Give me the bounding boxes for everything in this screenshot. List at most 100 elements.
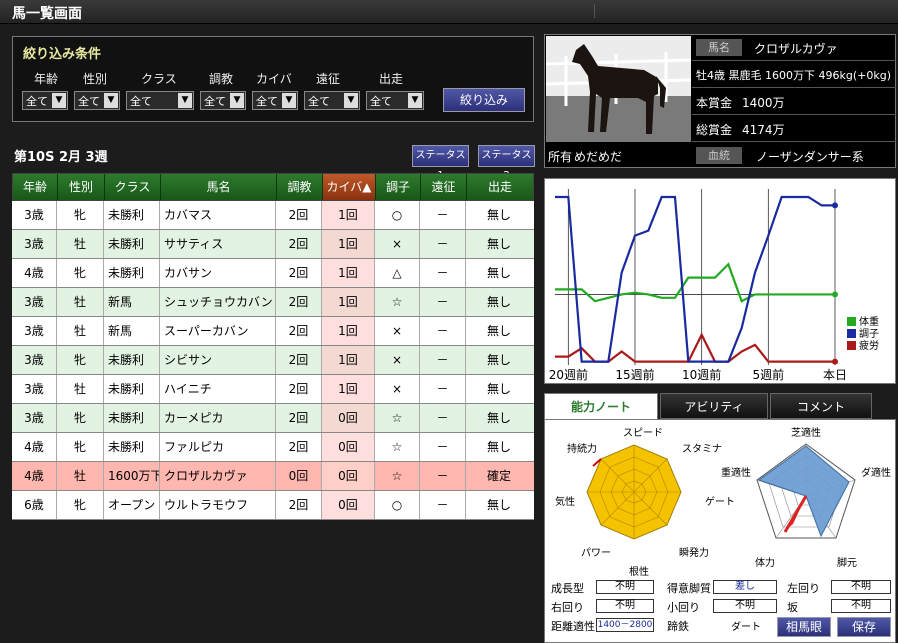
x-tick-label: 10週前: [682, 367, 721, 382]
cell-away: －: [420, 462, 466, 490]
cell-start: 無し: [486, 440, 511, 454]
cell-condition: ×: [375, 230, 420, 258]
cell-sex: 牡: [57, 317, 104, 345]
column-header-class[interactable]: クラス: [105, 174, 161, 200]
apply-filter-button[interactable]: 絞り込み: [443, 88, 525, 112]
horse-photo: [546, 36, 691, 142]
prize-value: 1400万: [742, 96, 785, 110]
cell-start: 無し: [486, 411, 511, 425]
table-row[interactable]: 3歳牝未勝利 カーメピカ 2回 0回 ☆ － 無し: [12, 404, 534, 433]
info-tabs: 能力ノート アビリティ コメント: [544, 393, 896, 419]
cell-condition: ☆: [375, 433, 420, 461]
filter-select-start-value: 全て: [370, 95, 392, 108]
distance-value: 1400－2800: [596, 618, 654, 632]
cell-training: 2回: [276, 317, 322, 345]
table-row[interactable]: 4歳牡 1600万下 クロザルカヴァ 0回 0回 ☆ －確定: [12, 462, 534, 491]
cell-start: 無し: [486, 295, 511, 309]
cell-start: 無し: [486, 498, 511, 512]
filter-panel: 絞り込み条件 年齢 性別 クラス 調教 カイバ 遠征 出走 全て ▼ 全て ▼ 全て…: [12, 36, 534, 122]
table-row[interactable]: 3歳牡新馬 シュッチョウカバン 2回 1回 ☆ － 無し: [12, 288, 534, 317]
cell-start: 無し: [486, 324, 511, 338]
cell-away: －: [420, 201, 466, 229]
table-row[interactable]: 4歳牝未勝利 ファルピカ 2回 0回 ☆ － 無し: [12, 433, 534, 462]
owner-label: 所有: [548, 150, 573, 164]
filter-select-age[interactable]: 全て ▼: [22, 91, 68, 110]
column-header-sex[interactable]: 性別: [58, 174, 105, 200]
filter-select-sex-value: 全て: [78, 95, 100, 108]
cell-name: カバマス: [160, 201, 276, 229]
cell-training: 2回: [276, 259, 322, 287]
growth-label: 成長型: [551, 582, 584, 595]
shoe-value: ダート: [731, 622, 761, 633]
cell-age: 4歳: [12, 462, 57, 490]
left-turn-value: 不明: [831, 580, 891, 594]
filter-label-class: クラス: [141, 72, 177, 86]
window-title: 馬一覧画面: [12, 6, 82, 22]
series-endpoint: [832, 358, 838, 365]
table-row[interactable]: 6歳牝オープン ウルトラモウフ 2回 0回 ○ － 無し: [12, 491, 534, 520]
cell-age: 3歳: [12, 375, 57, 403]
cell-age: 3歳: [12, 201, 57, 229]
radar-label-legs: 脚元: [837, 558, 857, 569]
left-turn-label: 左回り: [787, 582, 820, 595]
x-tick-label: 20週前: [549, 367, 588, 382]
table-row[interactable]: 3歳牡未勝利 ハイニチ 2回 1回 × － 無し: [12, 375, 534, 404]
cell-class: 新馬: [104, 317, 160, 345]
status2-button[interactable]: ステータス2: [478, 145, 535, 181]
cell-sex: 牝: [57, 346, 104, 374]
condition-chart: 20週前 15週前 10週前 5週前 本日: [549, 189, 847, 382]
cell-name: カバサン: [160, 259, 276, 287]
column-header-condition[interactable]: 調子: [376, 174, 421, 200]
filter-select-training[interactable]: 全て ▼: [200, 91, 246, 110]
radar-label-turf: 芝適性: [791, 428, 821, 439]
growth-value: 不明: [596, 580, 654, 594]
cell-feed: 1回: [322, 288, 375, 316]
cell-sex: 牡: [57, 462, 104, 490]
cell-feed: 1回: [322, 201, 375, 229]
cell-away: －: [420, 375, 466, 403]
filter-select-away[interactable]: 全て ▼: [304, 91, 360, 110]
column-header-away[interactable]: 遠征: [421, 174, 467, 200]
column-header-start[interactable]: 出走: [467, 174, 533, 200]
chevron-down-icon: ▼: [282, 93, 296, 108]
cell-training: 2回: [276, 288, 322, 316]
prize-label: 本賞金: [696, 96, 733, 110]
column-header-training[interactable]: 調教: [277, 174, 323, 200]
cell-feed: 0回: [322, 491, 375, 519]
table-row[interactable]: 3歳牡新馬 スーパーカバン 2回 1回 × － 無し: [12, 317, 534, 346]
tab-abilities[interactable]: アビリティ: [660, 393, 768, 419]
cell-age: 4歳: [12, 433, 57, 461]
cell-name: スーパーカバン: [160, 317, 276, 345]
aibagan-button[interactable]: 相馬眼: [777, 617, 831, 637]
cell-sex: 牝: [57, 491, 104, 519]
cell-training: 2回: [276, 230, 322, 258]
save-button[interactable]: 保存: [837, 617, 891, 637]
chevron-down-icon: ▼: [104, 93, 118, 108]
tab-ability-note[interactable]: 能力ノート: [544, 393, 658, 419]
title-bar: 馬一覧画面: [0, 0, 898, 24]
filter-select-feed[interactable]: 全て ▼: [252, 91, 298, 110]
filter-select-sex[interactable]: 全て ▼: [74, 91, 120, 110]
radar-aptitude: [756, 443, 856, 539]
status1-button[interactable]: ステータス1: [412, 145, 469, 181]
table-row[interactable]: 4歳牝未勝利 カバサン 2回 1回 △ － 無し: [12, 259, 534, 288]
table-row[interactable]: 3歳牝未勝利 カバマス 2回 1回 ○ － 無し: [12, 201, 534, 230]
table-row[interactable]: 3歳牝未勝利 シビサン 2回 1回 × － 無し: [12, 346, 534, 375]
cell-sex: 牝: [57, 433, 104, 461]
filter-label-start: 出走: [379, 72, 404, 86]
column-header-age[interactable]: 年齢: [13, 174, 58, 200]
table-row[interactable]: 3歳牡未勝利 ササティス 2回 1回 × － 無し: [12, 230, 534, 259]
column-header-feed[interactable]: カイバ▲: [323, 174, 376, 200]
column-header-name[interactable]: 馬名: [161, 174, 277, 200]
filter-select-start[interactable]: 全て ▼: [366, 91, 424, 110]
series-line-疲労: [555, 332, 835, 363]
horse-list-screen: 馬一覧画面 絞り込み条件 年齢 性別 クラス 調教 カイバ 遠征 出走 全て ▼ …: [0, 0, 898, 643]
tab-comment[interactable]: コメント: [770, 393, 872, 419]
bloodline-button[interactable]: 血統: [696, 147, 742, 164]
cell-age: 3歳: [12, 230, 57, 258]
filter-select-class[interactable]: 全て ▼: [126, 91, 194, 110]
legend-fatigue: 疲労: [847, 337, 879, 352]
cell-training: 2回: [276, 433, 322, 461]
cell-condition: ○: [375, 201, 420, 229]
filter-label-training: 調教: [209, 72, 234, 86]
